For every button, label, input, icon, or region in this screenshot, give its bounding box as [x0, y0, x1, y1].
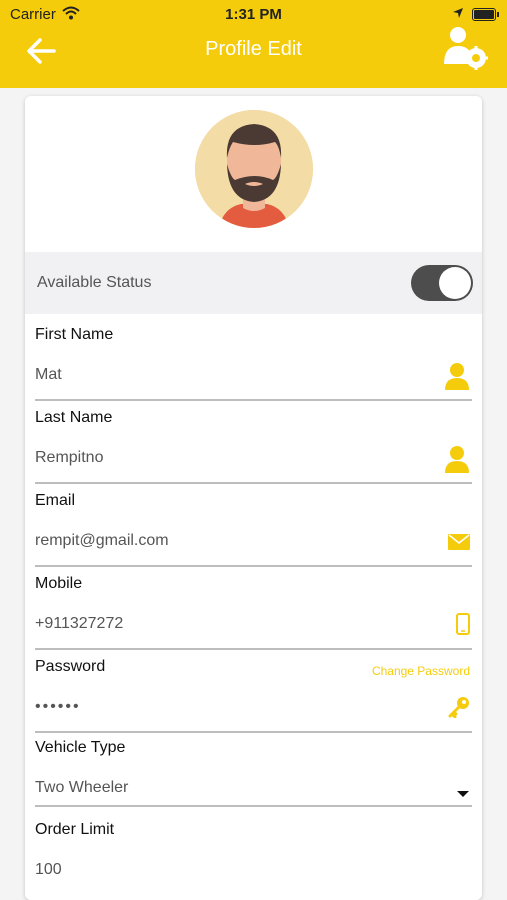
order-limit-label: Order Limit: [35, 821, 115, 838]
password-input[interactable]: ••••••: [35, 698, 81, 716]
availability-label: Available Status: [37, 274, 152, 291]
password-label: Password: [35, 658, 106, 675]
email-input[interactable]: rempit@gmail.com: [35, 532, 169, 550]
field-underline: [35, 731, 472, 733]
last-name-label: Last Name: [35, 409, 113, 426]
key-icon: [448, 696, 470, 723]
first-name-label: First Name: [35, 326, 114, 343]
field-underline: [35, 805, 472, 807]
toggle-knob: [439, 267, 471, 299]
user-settings-icon[interactable]: [442, 24, 490, 77]
chevron-down-icon[interactable]: [456, 785, 470, 803]
person-icon: [444, 362, 470, 395]
last-name-input[interactable]: Rempitno: [35, 449, 103, 467]
profile-card: Available Status First Name Mat Last Nam…: [25, 96, 482, 900]
header-bar: Profile Edit: [0, 27, 507, 88]
avatar[interactable]: [195, 110, 313, 228]
mobile-input[interactable]: +911327272: [35, 615, 123, 633]
envelope-icon: [448, 534, 470, 555]
field-underline: [35, 482, 472, 484]
first-name-input[interactable]: Mat: [35, 366, 62, 384]
mobile-label: Mobile: [35, 575, 83, 592]
status-bar: Carrier 1:31 PM: [0, 0, 507, 30]
page-title: Profile Edit: [205, 38, 302, 60]
phone-icon: [456, 613, 470, 640]
field-underline: [35, 648, 472, 650]
person-icon: [444, 445, 470, 478]
change-password-link[interactable]: Change Password: [372, 664, 470, 678]
availability-row: Available Status: [25, 252, 482, 314]
battery-icon: [472, 8, 499, 21]
clock-time: 1:31 PM: [225, 6, 282, 23]
location-arrow-icon: [452, 6, 464, 23]
vehicle-type-select[interactable]: Two Wheeler: [35, 779, 128, 797]
field-underline: [35, 399, 472, 401]
vehicle-type-label: Vehicle Type: [35, 739, 126, 756]
email-label: Email: [35, 492, 76, 509]
order-limit-input[interactable]: 100: [35, 861, 62, 879]
field-underline: [35, 565, 472, 567]
availability-toggle[interactable]: [411, 265, 473, 301]
